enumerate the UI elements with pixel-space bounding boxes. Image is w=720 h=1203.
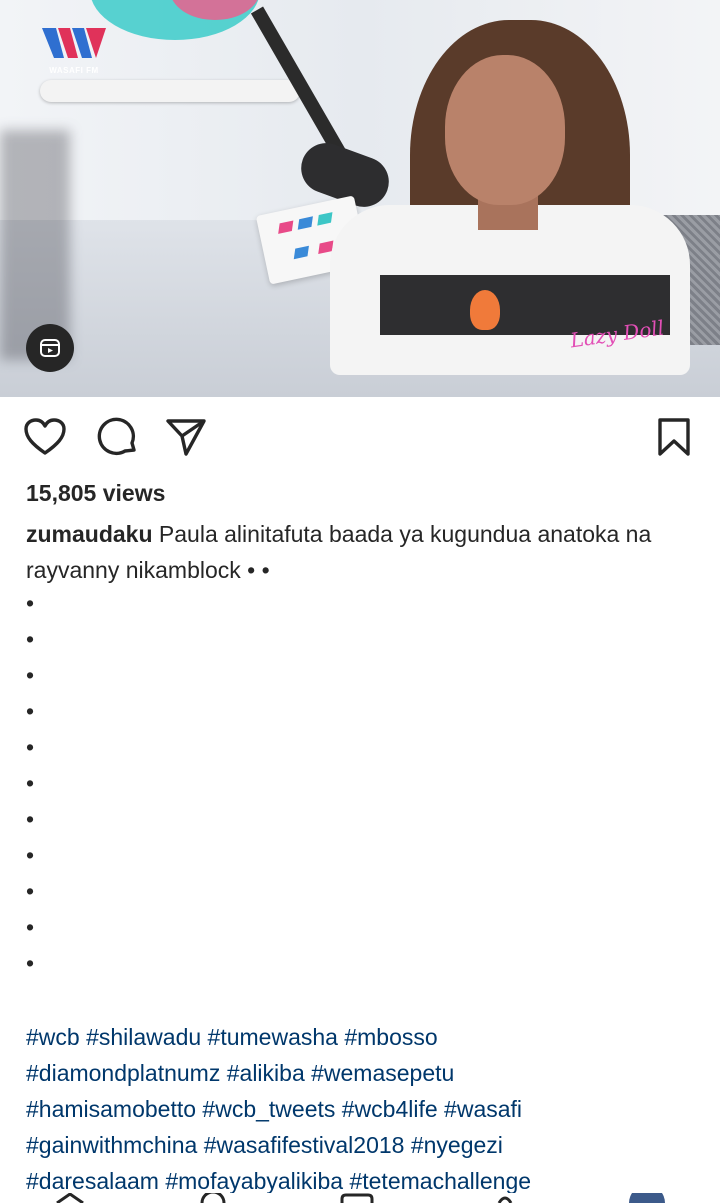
mic-arm: [40, 80, 300, 102]
hashtag-line[interactable]: #wcb #shilawadu #tumewasha #mbosso: [26, 1019, 716, 1055]
bottom-nav: [0, 1193, 720, 1203]
bullet: •: [26, 878, 35, 904]
logo-text: WASAFI FM: [49, 66, 99, 75]
person-face: [445, 55, 565, 205]
bookmark-icon[interactable]: [651, 414, 697, 460]
hashtag-line[interactable]: #hamisamobetto #wcb_tweets #wcb4life #wa…: [26, 1091, 716, 1127]
caption-username[interactable]: zumaudaku: [26, 521, 153, 547]
view-count[interactable]: 15,805 views: [26, 480, 165, 507]
send-icon[interactable]: [163, 414, 209, 460]
shirt-flame: [470, 290, 500, 330]
post-video[interactable]: WASAFI FM Lazy Doll: [0, 0, 720, 397]
bullet: •: [26, 590, 35, 616]
profile-avatar[interactable]: [627, 1193, 667, 1203]
hashtags: #wcb #shilawadu #tumewasha #mbosso #diam…: [26, 1019, 716, 1199]
comment-icon[interactable]: [94, 414, 140, 460]
bullet: •: [26, 914, 35, 940]
search-icon[interactable]: [198, 1193, 228, 1203]
bullet: •: [26, 734, 35, 760]
home-icon[interactable]: [55, 1193, 85, 1203]
wasafi-logo: WASAFI FM: [38, 24, 110, 75]
bullet: •: [26, 770, 35, 796]
post-caption: zumaudaku Paula alinitafuta baada ya kug…: [26, 516, 696, 588]
bullet: •: [26, 662, 35, 688]
shop-icon[interactable]: [490, 1193, 520, 1203]
hashtag-line[interactable]: #gainwithmchina #wasafifestival2018 #nye…: [26, 1127, 716, 1163]
bullet: •: [26, 806, 35, 832]
post-actions: [0, 414, 720, 460]
bullet: •: [26, 626, 35, 652]
hashtag-line[interactable]: #diamondplatnumz #alikiba #wemasepetu: [26, 1055, 716, 1091]
reels-nav-icon[interactable]: [340, 1193, 374, 1203]
bullet: •: [26, 950, 35, 976]
reels-icon[interactable]: [26, 324, 74, 372]
heart-icon[interactable]: [22, 414, 68, 460]
bullet: •: [26, 698, 35, 724]
bullet: •: [26, 842, 35, 868]
caption-bullets: • • • • • • • • • • •: [26, 585, 46, 981]
